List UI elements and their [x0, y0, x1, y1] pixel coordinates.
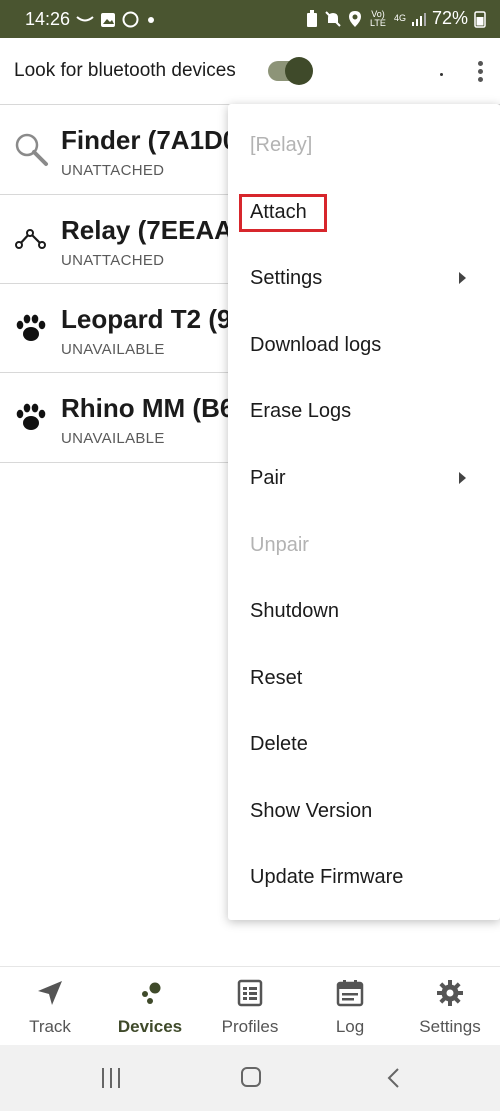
whatsapp-icon — [122, 11, 139, 28]
dot-icon — [477, 69, 483, 74]
battery-saver-icon — [306, 9, 317, 27]
network-label: 4G — [393, 13, 406, 23]
device-status: UNAVAILABLE — [61, 341, 165, 358]
notification-icons — [76, 11, 157, 28]
back-icon[interactable] — [386, 1067, 400, 1089]
menu-item-show-version[interactable]: Show Version — [228, 779, 500, 845]
status-bar: 14:26 Vo) LTE 4G 72% — [0, 0, 500, 38]
device-name: Finder (7A1D0 — [61, 125, 238, 155]
menu-item-erase-logs[interactable]: Erase Logs — [228, 379, 500, 445]
bottom-navigation: Track Devices Profiles Log Settings — [0, 966, 500, 1046]
progress-dot — [440, 73, 443, 76]
gear-icon — [437, 980, 463, 1006]
menu-item-unpair: Unpair — [228, 513, 500, 579]
nav-log[interactable]: Log — [300, 967, 400, 1046]
attach-highlight-box — [239, 194, 327, 232]
menu-item-delete[interactable]: Delete — [228, 712, 500, 778]
menu-item-label: Delete — [250, 733, 308, 755]
mute-icon — [325, 10, 341, 27]
dot-icon — [477, 61, 483, 66]
bluetooth-scan-toggle[interactable] — [268, 57, 313, 85]
menu-item-label: Download logs — [250, 334, 382, 356]
system-navigation-bar — [0, 1045, 500, 1111]
signal-icon — [411, 12, 426, 26]
menu-item-download-logs[interactable]: Download logs — [228, 313, 500, 379]
scan-title: Look for bluetooth devices — [14, 60, 236, 81]
nav-label: Profiles — [221, 1017, 279, 1036]
system-status-icons: Vo) LTE 4G 72% — [306, 8, 486, 29]
profiles-icon — [237, 979, 263, 1007]
nav-track[interactable]: Track — [0, 967, 100, 1046]
menu-item-pair[interactable]: Pair — [228, 446, 500, 512]
paw-icon — [16, 314, 46, 341]
overflow-menu-button[interactable] — [470, 58, 490, 86]
messages-icon — [76, 15, 94, 21]
nav-label: Devices — [117, 1017, 183, 1036]
devices-icon — [142, 982, 161, 1004]
menu-item-relay-header: [Relay] — [228, 113, 500, 179]
battery-percent: 72% — [431, 8, 468, 28]
menu-item-label: Update Firmware — [250, 866, 404, 888]
recents-icon[interactable] — [102, 1068, 126, 1088]
menu-item-label: Pair — [250, 467, 286, 489]
menu-item-label: Unpair — [250, 534, 309, 556]
search-icon — [15, 133, 48, 166]
notification-dot-icon — [148, 16, 154, 23]
device-name: Rhino MM (B6 — [61, 393, 235, 423]
menu-item-label: Reset — [250, 667, 303, 689]
paw-icon — [16, 403, 46, 430]
nav-label: Settings — [419, 1017, 481, 1036]
home-icon[interactable] — [241, 1067, 261, 1087]
relay-icon — [15, 229, 46, 249]
menu-item-shutdown[interactable]: Shutdown — [228, 579, 500, 645]
submenu-arrow-icon — [459, 472, 466, 484]
nav-label: Log — [335, 1017, 365, 1036]
status-time: 14:26 — [25, 9, 71, 29]
menu-item-reset[interactable]: Reset — [228, 646, 500, 712]
location-icon — [348, 10, 361, 27]
nav-profiles[interactable]: Profiles — [200, 967, 300, 1046]
gallery-icon — [101, 12, 115, 27]
battery-icon — [474, 10, 486, 28]
menu-item-update-firmware[interactable]: Update Firmware — [228, 845, 500, 911]
navigation-arrow-icon — [38, 981, 62, 1005]
menu-item-label: Shutdown — [250, 600, 339, 622]
dot-icon — [477, 77, 483, 82]
menu-item-settings[interactable]: Settings — [228, 246, 500, 312]
submenu-arrow-icon — [459, 272, 466, 284]
device-name: Leopard T2 (9 — [61, 304, 232, 334]
device-status: UNATTACHED — [61, 162, 165, 179]
toggle-thumb — [285, 57, 313, 85]
nav-label: Track — [29, 1017, 71, 1036]
scan-header: Look for bluetooth devices — [0, 38, 500, 104]
menu-item-label: [Relay] — [250, 134, 313, 156]
device-status: UNAVAILABLE — [61, 430, 165, 447]
menu-item-label: Show Version — [250, 800, 373, 822]
nav-devices[interactable]: Devices — [100, 967, 200, 1046]
nav-settings[interactable]: Settings — [400, 967, 500, 1046]
device-name: Relay (7EEAA — [61, 215, 233, 245]
device-status: UNATTACHED — [61, 252, 165, 269]
calendar-log-icon — [336, 980, 364, 1007]
volte-label: Vo) LTE — [370, 8, 386, 28]
menu-item-label: Erase Logs — [250, 400, 352, 422]
menu-item-label: Settings — [250, 267, 323, 289]
